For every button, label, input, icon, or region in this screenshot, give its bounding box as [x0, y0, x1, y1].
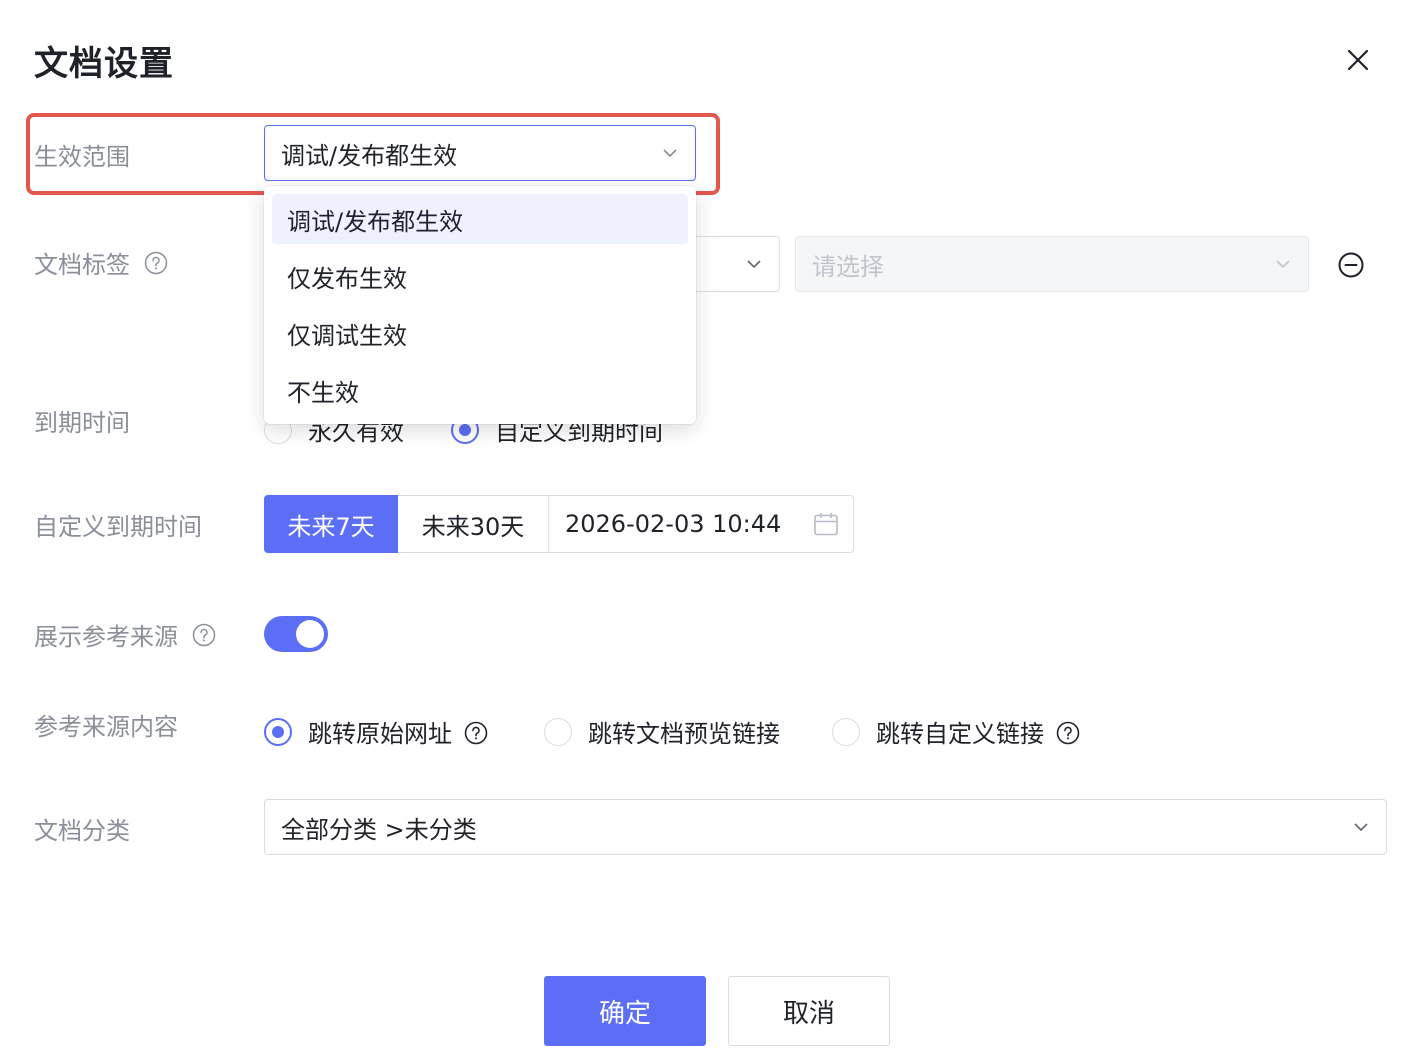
- radio-button[interactable]: [544, 717, 572, 746]
- chevron-down-icon: [1352, 818, 1370, 836]
- help-icon[interactable]: [192, 623, 216, 647]
- preset-7-days-button[interactable]: 未来7天: [264, 495, 398, 553]
- scope-option[interactable]: 仅调试生效: [272, 308, 688, 358]
- help-icon[interactable]: [1056, 720, 1080, 744]
- source-radio-original-url[interactable]: 跳转原始网址: [264, 714, 488, 749]
- category-select-value: 全部分类 >未分类: [281, 815, 477, 844]
- expiry-label: 到期时间: [34, 409, 130, 437]
- source-content-label: 参考来源内容: [34, 713, 178, 741]
- datetime-picker[interactable]: 2026-02-03 10:44: [549, 495, 854, 553]
- scope-label: 生效范围: [34, 143, 130, 171]
- cancel-button[interactable]: 取消: [728, 976, 890, 1046]
- source-radio-custom-link[interactable]: 跳转自定义链接: [832, 714, 1080, 749]
- radio-button[interactable]: [264, 717, 292, 746]
- radio-button[interactable]: [832, 717, 860, 746]
- scope-dropdown-menu: 调试/发布都生效 仅发布生效 仅调试生效 不生效: [264, 186, 696, 424]
- custom-expiry-label: 自定义到期时间: [34, 513, 202, 541]
- minus-circle-icon[interactable]: [1336, 250, 1366, 280]
- scope-select-value: 调试/发布都生效: [281, 141, 458, 170]
- chevron-down-icon: [1274, 255, 1292, 273]
- tag-value-placeholder: 请选择: [812, 252, 884, 281]
- category-label: 文档分类: [34, 817, 130, 845]
- tag-value-select[interactable]: 请选择: [795, 236, 1309, 292]
- show-source-label: 展示参考来源: [34, 617, 216, 652]
- datetime-value: 2026-02-03 10:44: [565, 510, 782, 538]
- chevron-down-icon: [745, 255, 763, 273]
- toggle-knob: [296, 620, 324, 648]
- calendar-icon: [813, 511, 839, 537]
- confirm-button[interactable]: 确定: [544, 976, 706, 1046]
- dialog-title: 文档设置: [34, 44, 174, 84]
- help-icon[interactable]: [144, 251, 168, 275]
- scope-option[interactable]: 调试/发布都生效: [272, 194, 688, 244]
- category-select[interactable]: 全部分类 >未分类: [264, 799, 1387, 855]
- close-icon[interactable]: [1347, 49, 1369, 71]
- source-radio-doc-preview[interactable]: 跳转文档预览链接: [544, 714, 780, 749]
- scope-option[interactable]: 仅发布生效: [272, 251, 688, 301]
- scope-option[interactable]: 不生效: [272, 365, 688, 415]
- expiry-preset-group: 未来7天 未来30天 2026-02-03 10:44: [264, 495, 854, 553]
- close-button[interactable]: [1338, 40, 1378, 80]
- tags-label: 文档标签: [34, 245, 168, 280]
- help-icon[interactable]: [464, 720, 488, 744]
- scope-select[interactable]: 调试/发布都生效: [264, 125, 696, 181]
- preset-30-days-button[interactable]: 未来30天: [398, 495, 549, 553]
- chevron-down-icon: [661, 144, 679, 162]
- remove-tag-button[interactable]: [1336, 250, 1366, 280]
- show-source-toggle[interactable]: [264, 616, 328, 652]
